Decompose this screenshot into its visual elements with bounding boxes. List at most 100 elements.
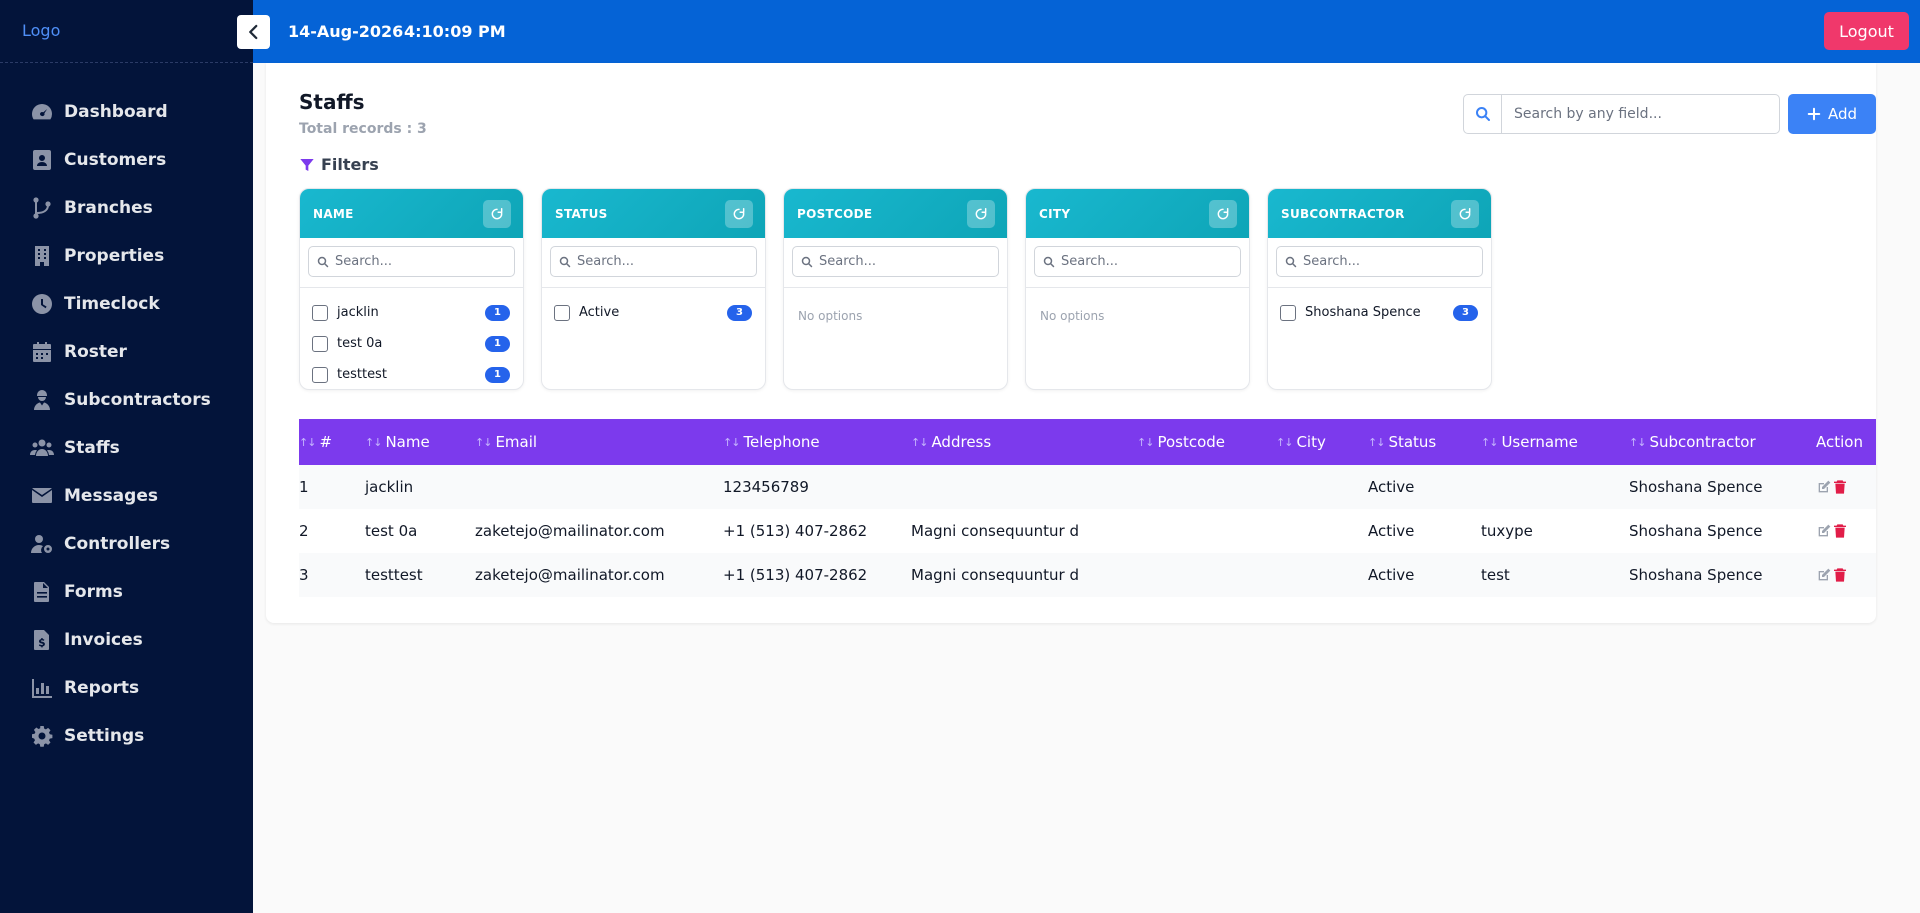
count-badge: 1	[485, 335, 510, 352]
filter-search-row	[542, 238, 765, 288]
sidebar-item-label: Reports	[64, 678, 140, 698]
filter-checkbox[interactable]	[312, 304, 328, 321]
reset-icon[interactable]	[967, 199, 995, 228]
sidebar-item-reports[interactable]: Reports	[0, 664, 253, 712]
current-time: 4:10:09 PM	[404, 22, 506, 41]
delete-icon[interactable]	[1832, 523, 1848, 539]
filter-option[interactable]: Active 3	[542, 297, 765, 328]
filter-search-input[interactable]	[573, 247, 753, 276]
column-header-status[interactable]: ↑↓ Status	[1368, 419, 1436, 465]
total-records: Total records : 3	[299, 121, 427, 137]
sidebar-item-controllers[interactable]: Controllers	[0, 520, 253, 568]
sort-icon: ↑↓	[1629, 435, 1646, 449]
sort-icon: ↑↓	[723, 435, 740, 449]
row-actions	[1816, 509, 1848, 553]
add-staff-button[interactable]: Add	[1788, 94, 1876, 134]
reset-icon[interactable]	[483, 199, 511, 228]
sidebar-item-timeclock[interactable]: Timeclock	[0, 280, 253, 328]
filter-option-label: test 0a	[337, 336, 383, 351]
edit-icon[interactable]	[1816, 479, 1832, 495]
cell-index: 1	[299, 478, 309, 496]
logout-button[interactable]: Logout	[1824, 12, 1909, 50]
column-header-username[interactable]: ↑↓ Username	[1481, 419, 1578, 465]
sidebar-item-settings[interactable]: Settings	[0, 712, 253, 760]
delete-icon[interactable]	[1832, 567, 1848, 583]
sidebar-item-branches[interactable]: Branches	[0, 184, 253, 232]
reset-icon[interactable]	[1209, 199, 1237, 228]
filter-search-input[interactable]	[331, 247, 511, 276]
gauge-icon	[29, 99, 55, 125]
invoice-icon	[29, 627, 55, 653]
branch-icon	[29, 195, 55, 221]
cell-name: test 0a	[365, 522, 418, 540]
sidebar-item-invoices[interactable]: Invoices	[0, 616, 253, 664]
collapse-sidebar-button[interactable]	[237, 15, 270, 49]
page-title: Staffs	[299, 90, 365, 114]
worker-icon	[29, 387, 55, 413]
sidebar-item-properties[interactable]: Properties	[0, 232, 253, 280]
edit-icon[interactable]	[1816, 567, 1832, 583]
delete-icon[interactable]	[1832, 479, 1848, 495]
sort-icon: ↑↓	[1276, 435, 1293, 449]
column-header-city[interactable]: ↑↓ City	[1276, 419, 1326, 465]
column-header-index[interactable]: ↑↓ #	[299, 419, 332, 465]
table-row[interactable]: 3 testtest zaketejo@mailinator.com +1 (513)…	[299, 553, 1876, 597]
filter-search	[1276, 246, 1483, 277]
contact-card-icon	[29, 147, 55, 173]
calendar-icon	[29, 339, 55, 365]
funnel-icon	[300, 158, 314, 171]
column-header-address[interactable]: ↑↓ Address	[911, 419, 991, 465]
filter-checkbox[interactable]	[1280, 304, 1296, 321]
sidebar-item-roster[interactable]: Roster	[0, 328, 253, 376]
table-row[interactable]: 1 jacklin 123456789 Active Shoshana Spence	[299, 465, 1876, 509]
filter-option[interactable]: Shoshana Spence 3	[1268, 297, 1491, 328]
cell-index: 2	[299, 522, 309, 540]
filter-title: STATUS	[555, 206, 608, 221]
sidebar-item-staffs[interactable]: Staffs	[0, 424, 253, 472]
edit-icon[interactable]	[1816, 523, 1832, 539]
reset-icon[interactable]	[1451, 199, 1479, 228]
filter-checkbox[interactable]	[312, 335, 328, 352]
filter-search-input[interactable]	[1057, 247, 1237, 276]
column-label: Username	[1501, 433, 1578, 451]
filter-option[interactable]: test 0a 1	[300, 328, 523, 359]
column-header-subcontractor[interactable]: ↑↓ Subcontractor	[1629, 419, 1756, 465]
filter-panel-subcontractor: SUBCONTRACTOR Shoshana Spence 3	[1267, 188, 1492, 390]
column-header-name[interactable]: ↑↓ Name	[365, 419, 430, 465]
cell-status: Active	[1368, 522, 1415, 540]
column-header-email[interactable]: ↑↓ Email	[475, 419, 537, 465]
sidebar-item-customers[interactable]: Customers	[0, 136, 253, 184]
sidebar-item-label: Invoices	[64, 630, 143, 650]
filter-option[interactable]: jacklin 1	[300, 297, 523, 328]
filter-checkbox[interactable]	[554, 304, 570, 321]
filter-search-input[interactable]	[815, 247, 995, 276]
reset-icon[interactable]	[725, 199, 753, 228]
sidebar-item-dashboard[interactable]: Dashboard	[0, 88, 253, 136]
column-header-postcode[interactable]: ↑↓ Postcode	[1137, 419, 1225, 465]
logo[interactable]: Logo	[22, 21, 60, 40]
filter-checkbox[interactable]	[312, 366, 328, 383]
sidebar-item-label: Dashboard	[64, 102, 168, 122]
column-header-action[interactable]: Action	[1816, 419, 1863, 465]
cell-subcontractor: Shoshana Spence	[1629, 478, 1763, 496]
filter-header: NAME	[300, 189, 523, 238]
filter-title: SUBCONTRACTOR	[1281, 206, 1405, 221]
sidebar-item-label: Messages	[64, 486, 158, 506]
filter-option[interactable]: testtest 1	[300, 359, 523, 389]
column-label: Email	[495, 433, 538, 451]
filter-panel-postcode: POSTCODE No options	[783, 188, 1008, 390]
sidebar-item-messages[interactable]: Messages	[0, 472, 253, 520]
table-row[interactable]: 2 test 0a zaketejo@mailinator.com +1 (513) …	[299, 509, 1876, 553]
sidebar-item-label: Forms	[64, 582, 123, 602]
sidebar-item-subcontractors[interactable]: Subcontractors	[0, 376, 253, 424]
chevron-left-icon	[248, 24, 257, 40]
filter-search-input[interactable]	[1299, 247, 1479, 276]
filter-option-label: jacklin	[337, 305, 379, 320]
cell-status: Active	[1368, 566, 1415, 584]
search-icon[interactable]	[1464, 95, 1502, 133]
sidebar-item-forms[interactable]: Forms	[0, 568, 253, 616]
search-input[interactable]	[1504, 95, 1776, 133]
staff-table: ↑↓ # ↑↓ Name ↑↓ Email ↑↓ Telephone ↑↓ Address ↑↓ Po…	[299, 419, 1876, 597]
no-options-text: No options	[798, 309, 863, 323]
column-header-telephone[interactable]: ↑↓ Telephone	[723, 419, 820, 465]
